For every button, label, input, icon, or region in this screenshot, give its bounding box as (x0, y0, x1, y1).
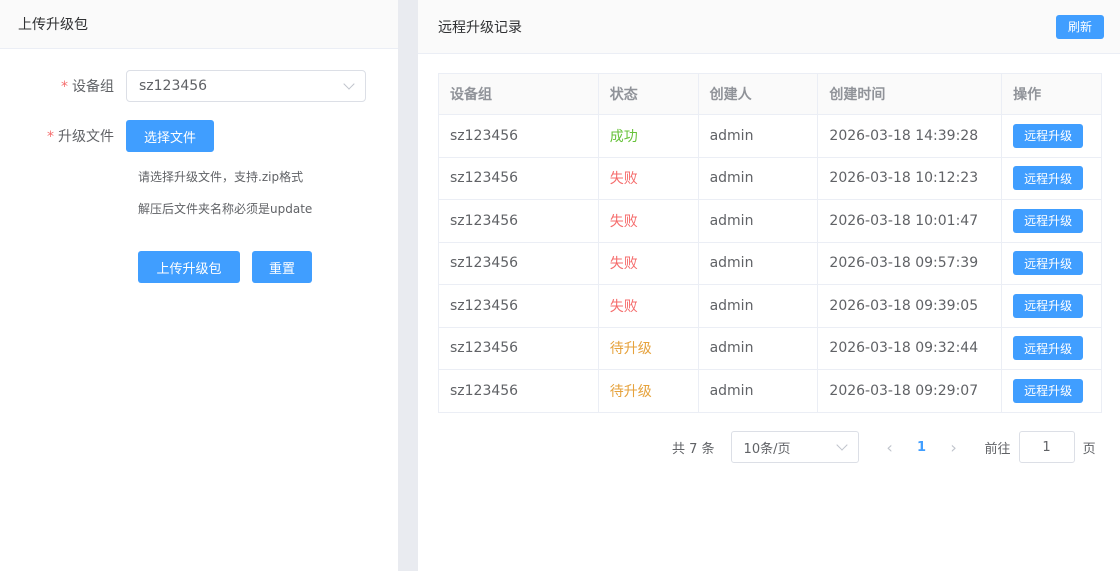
cell-status: 失败 (597, 156, 699, 200)
upgrade-file-label: * 升级文件 (47, 129, 114, 145)
page-unit-label: 页 (1082, 441, 1096, 457)
cell-group: sz123456 (438, 369, 599, 413)
device-group-select[interactable]: sz123456 (126, 70, 366, 102)
remote-upgrade-button[interactable]: 远程升级 (1013, 378, 1084, 403)
remote-upgrade-button[interactable]: 远程升级 (1013, 293, 1084, 318)
cell-action: 远程升级 (1001, 156, 1102, 200)
chevron-right-icon[interactable]: › (939, 438, 969, 457)
folder-name-tip: 解压后文件夹名称必须是update (138, 202, 313, 216)
table-row: sz123456 失败 admin 2026-03-18 09:57:39 远程升级 (438, 241, 1102, 285)
upgrade-records-panel: 远程升级记录 刷新 设备组 状态 创建人 创建时间 操作 sz123456 成功 a… (418, 0, 1120, 571)
goto-label: 前往 (984, 441, 1011, 457)
cell-action: 远程升级 (1001, 241, 1102, 285)
cell-creator: admin (697, 369, 819, 413)
remote-upgrade-button[interactable]: 远程升级 (1013, 166, 1084, 191)
cell-status: 失败 (597, 241, 699, 285)
remote-upgrade-button[interactable]: 远程升级 (1013, 251, 1084, 276)
page-number-current[interactable]: 1 (905, 440, 939, 455)
cell-time: 2026-03-18 09:29:07 (817, 369, 1003, 413)
goto-page-input[interactable]: 1 (1018, 431, 1075, 463)
cell-time: 2026-03-18 09:57:39 (817, 241, 1003, 285)
upgrade-records-table: 设备组 状态 创建人 创建时间 操作 sz123456 成功 admin 2026-0… (438, 73, 1102, 413)
col-header-creator: 创建人 (697, 73, 819, 115)
col-header-action: 操作 (1001, 73, 1102, 115)
chevron-left-icon[interactable]: ‹ (875, 438, 905, 457)
upload-panel-header: 上传升级包 (0, 0, 398, 49)
cell-creator: admin (697, 199, 819, 243)
remote-upgrade-button[interactable]: 远程升级 (1013, 123, 1084, 148)
records-panel-header: 远程升级记录 刷新 (418, 0, 1120, 54)
table-row: sz123456 待升级 admin 2026-03-18 09:29:07 远程升级 (438, 369, 1102, 413)
cell-creator: admin (697, 156, 819, 200)
cell-group: sz123456 (438, 114, 599, 158)
cell-action: 远程升级 (1001, 199, 1102, 243)
cell-status: 成功 (597, 114, 699, 158)
cell-action: 远程升级 (1001, 326, 1102, 370)
page-size-value: 10条/页 (743, 441, 791, 457)
records-panel-title: 远程升级记录 (438, 19, 522, 36)
cell-time: 2026-03-18 10:01:47 (817, 199, 1003, 243)
upload-package-button[interactable]: 上传升级包 (138, 251, 240, 283)
pagination: 共 7 条 10条/页 ‹ 1 › 前往 1 页 (672, 431, 1096, 463)
cell-status: 待升级 (597, 369, 699, 413)
cell-creator: admin (697, 326, 819, 370)
table-row: sz123456 成功 admin 2026-03-18 14:39:28 远程升级 (438, 114, 1102, 158)
upload-panel: 上传升级包 * 设备组 sz123456 * 升级文件 选择文件 请选择升级文件，支… (0, 0, 398, 571)
col-header-group: 设备组 (438, 73, 599, 115)
table-row: sz123456 失败 admin 2026-03-18 10:01:47 远程升级 (438, 199, 1102, 243)
cell-status: 待升级 (597, 326, 699, 370)
cell-group: sz123456 (438, 326, 599, 370)
cell-time: 2026-03-18 14:39:28 (817, 114, 1003, 158)
chevron-down-icon (343, 78, 355, 90)
table-row: sz123456 待升级 admin 2026-03-18 09:32:44 远程升级 (438, 326, 1102, 370)
chevron-down-icon (835, 439, 848, 451)
device-group-row: * 设备组 sz123456 (0, 70, 366, 102)
table-row: sz123456 失败 admin 2026-03-18 09:39:05 远程升级 (438, 284, 1102, 328)
cell-creator: admin (697, 241, 819, 285)
cell-creator: admin (697, 284, 819, 328)
remote-upgrade-button[interactable]: 远程升级 (1013, 208, 1084, 233)
cell-time: 2026-03-18 09:39:05 (817, 284, 1003, 328)
cell-action: 远程升级 (1001, 114, 1102, 158)
upgrade-file-row: * 升级文件 选择文件 (0, 120, 214, 152)
cell-time: 2026-03-18 10:12:23 (817, 156, 1003, 200)
file-format-tip: 请选择升级文件，支持.zip格式 (138, 170, 304, 184)
reset-button[interactable]: 重置 (252, 251, 312, 283)
cell-group: sz123456 (438, 156, 599, 200)
cell-group: sz123456 (438, 199, 599, 243)
refresh-button[interactable]: 刷新 (1056, 14, 1104, 39)
col-header-status: 状态 (597, 73, 699, 115)
cell-creator: admin (697, 114, 819, 158)
col-header-time: 创建时间 (817, 73, 1003, 115)
cell-group: sz123456 (438, 241, 599, 285)
device-group-value: sz123456 (139, 78, 208, 94)
upload-panel-title: 上传升级包 (18, 17, 88, 33)
table-row: sz123456 失败 admin 2026-03-18 10:12:23 远程升级 (438, 156, 1102, 200)
table-header-row: 设备组 状态 创建人 创建时间 操作 (438, 73, 1102, 115)
cell-action: 远程升级 (1001, 284, 1102, 328)
cell-status: 失败 (597, 284, 699, 328)
cell-action: 远程升级 (1001, 369, 1102, 413)
cell-status: 失败 (597, 199, 699, 243)
pagination-total: 共 7 条 (672, 441, 715, 457)
cell-time: 2026-03-18 09:32:44 (817, 326, 1003, 370)
choose-file-button[interactable]: 选择文件 (126, 120, 214, 152)
device-group-label: * 设备组 (61, 79, 114, 95)
remote-upgrade-button[interactable]: 远程升级 (1013, 336, 1084, 361)
page-size-select[interactable]: 10条/页 (730, 431, 859, 463)
cell-group: sz123456 (438, 284, 599, 328)
